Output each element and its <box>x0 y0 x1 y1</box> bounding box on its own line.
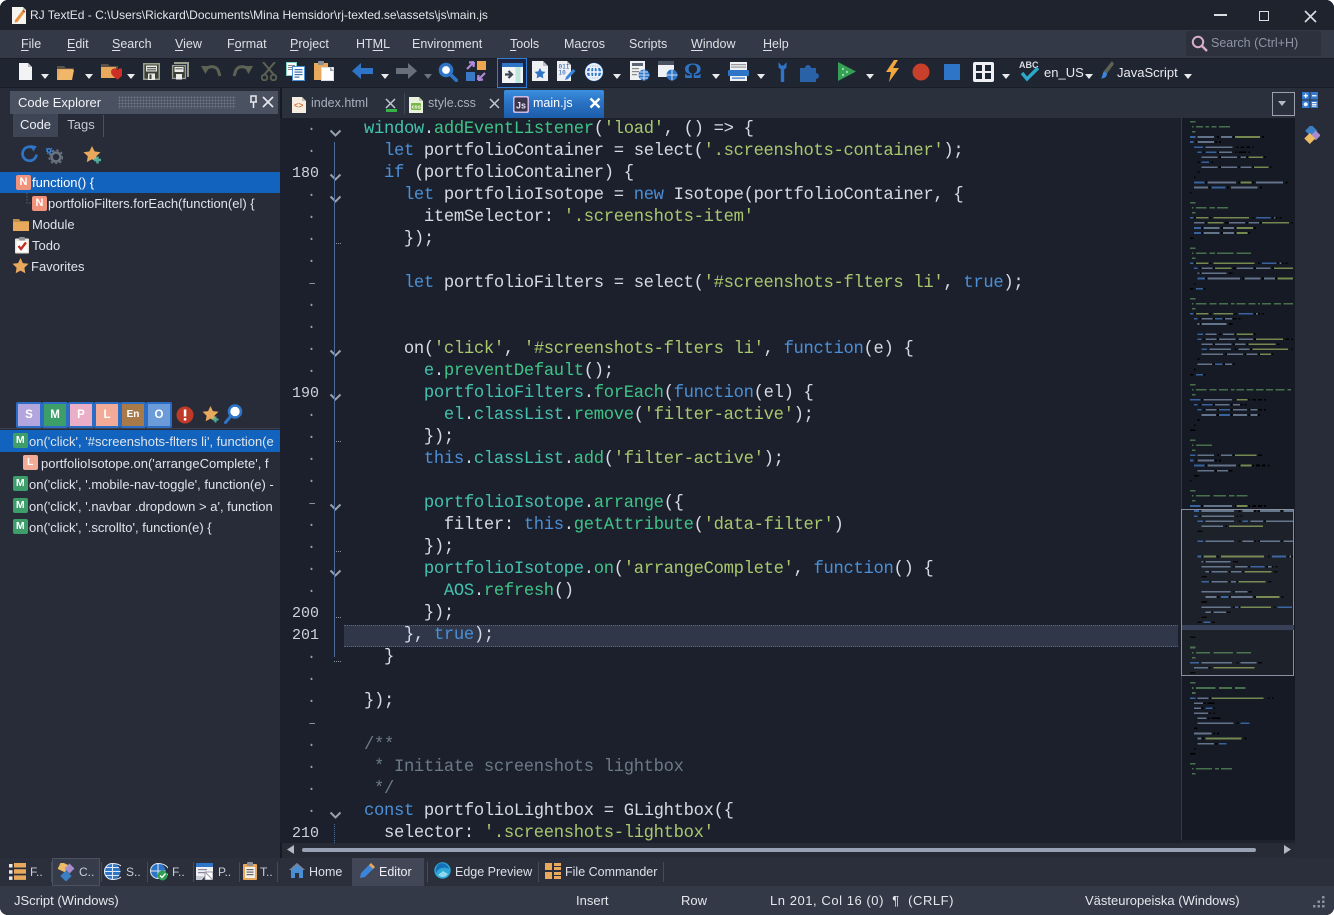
svg-text:<>: <> <box>294 101 304 110</box>
svg-text:Js: Js <box>516 101 526 111</box>
svg-text:css: css <box>412 105 421 111</box>
svg-text:10: 10 <box>559 70 567 77</box>
svg-text:Ω: Ω <box>684 59 702 82</box>
